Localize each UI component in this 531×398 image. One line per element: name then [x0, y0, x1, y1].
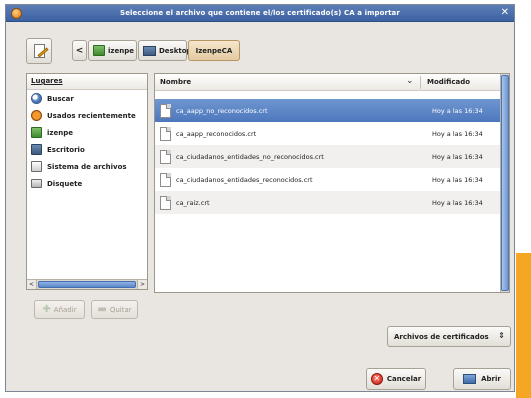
file-row[interactable]: ca_ciudadanos_entidades_reconocidos.crt … [155, 168, 501, 191]
location-toggle-button[interactable] [26, 38, 52, 64]
file-name: ca_aapp_reconocidos.crt [176, 129, 257, 138]
filesystem-icon [31, 161, 42, 172]
file-row[interactable]: ca_ciudadanos_entidades_no_reconocidos.c… [155, 145, 501, 168]
places-header[interactable]: Lugares [27, 74, 147, 90]
add-button-label: Añadir [53, 305, 77, 314]
filter-selected-value: Archivos de certificados [394, 332, 489, 341]
remove-bookmark-button[interactable]: ▬ Quitar [91, 300, 138, 319]
scroll-left-arrow-icon[interactable]: < [27, 280, 37, 289]
sidebar-item-label: izenpe [47, 128, 73, 137]
desktop-icon [143, 45, 156, 56]
sort-chevron-down-icon[interactable]: ⌄ [406, 76, 414, 86]
path-scroll-left-button[interactable]: < [72, 40, 87, 61]
scrollbar-thumb[interactable] [38, 281, 136, 288]
path-crumb-izenpe[interactable]: izenpe [88, 40, 137, 61]
certificate-file-icon [160, 126, 171, 141]
cancel-icon: ✕ [370, 373, 383, 385]
scrollbar-thumb[interactable] [501, 75, 509, 291]
file-list: Nombre ⌄ Modificado ca_aapp_no_reconocid… [154, 73, 510, 293]
floppy-icon [31, 179, 42, 188]
cancel-button-label: Cancelar [386, 375, 422, 383]
path-crumb-desktop[interactable]: Desktop [138, 40, 192, 61]
file-chooser-dialog: Seleccione el archivo que contiene el/lo… [5, 4, 515, 392]
close-icon[interactable]: ✕ [501, 7, 509, 19]
scroll-right-arrow-icon[interactable]: > [137, 280, 147, 289]
cancel-button[interactable]: ✕ Cancelar [366, 368, 426, 390]
background-accent-strip [516, 253, 531, 398]
dialog-title: Seleccione el archivo que contiene el/lo… [120, 9, 400, 17]
file-modified: Hoy a las 16:34 [432, 152, 483, 161]
certificate-file-icon [160, 195, 171, 210]
sidebar-item-recent[interactable]: Usados recientemente [27, 107, 147, 124]
plus-icon: ✚ [42, 304, 51, 315]
file-row[interactable]: ca_aapp_reconocidos.crt Hoy a las 16:34 [155, 122, 501, 145]
remove-button-label: Quitar [109, 305, 132, 314]
desktop-icon [31, 144, 42, 155]
file-name: ca_aapp_no_reconocidos.crt [176, 106, 268, 115]
column-divider [420, 76, 421, 89]
certificate-file-icon [160, 103, 171, 118]
file-modified: Hoy a las 16:34 [432, 129, 483, 138]
sidebar-item-label: Escritorio [47, 145, 85, 154]
file-name: ca_raiz.crt [176, 198, 210, 207]
path-crumb-label: IzenpeCA [195, 46, 233, 55]
path-crumb-izenpeca[interactable]: IzenpeCA [188, 40, 240, 61]
recent-icon [31, 110, 42, 121]
open-button[interactable]: Abrir [453, 368, 511, 390]
file-type-filter-select[interactable]: Archivos de certificados ⇕ [387, 326, 511, 347]
file-row[interactable]: ca_raiz.crt Hoy a las 16:34 [155, 191, 501, 214]
open-button-label: Abrir [481, 375, 501, 383]
certificate-file-icon [160, 172, 171, 187]
file-modified: Hoy a las 16:34 [432, 106, 483, 115]
file-name: ca_ciudadanos_entidades_no_reconocidos.c… [176, 152, 324, 161]
path-crumb-label: izenpe [108, 46, 134, 55]
sidebar-item-buscar[interactable]: Buscar [27, 90, 147, 107]
sidebar-item-label: Sistema de archivos [47, 162, 127, 171]
sidebar-item-label: Buscar [47, 94, 74, 103]
file-list-vertical-scrollbar[interactable] [500, 74, 509, 292]
add-bookmark-button[interactable]: ✚ Añadir [34, 300, 85, 319]
column-header-modified[interactable]: Modificado [427, 78, 470, 86]
sidebar-item-disquete[interactable]: Disquete [27, 175, 147, 192]
file-modified: Hoy a las 16:34 [432, 175, 483, 184]
home-folder-icon [31, 127, 42, 138]
sidebar-item-label: Usados recientemente [47, 111, 136, 120]
title-bar: Seleccione el archivo que contiene el/lo… [6, 5, 514, 22]
sidebar-item-filesystem[interactable]: Sistema de archivos [27, 158, 147, 175]
sidebar-item-label: Disquete [47, 179, 83, 188]
search-icon [31, 93, 42, 104]
minus-icon: ▬ [97, 304, 107, 315]
sidebar-item-izenpe[interactable]: izenpe [27, 124, 147, 141]
open-folder-icon [463, 374, 477, 384]
sidebar-item-escritorio[interactable]: Escritorio [27, 141, 147, 158]
home-folder-icon [93, 45, 105, 56]
column-header-name[interactable]: Nombre [160, 78, 191, 86]
file-name: ca_ciudadanos_entidades_reconocidos.crt [176, 175, 313, 184]
places-sidebar: Lugares Buscar Usados recientemente izen… [26, 73, 148, 290]
places-horizontal-scrollbar[interactable]: < > [27, 279, 147, 289]
path-crumb-label: Desktop [159, 46, 192, 55]
certificate-file-icon [160, 149, 171, 164]
file-modified: Hoy a las 16:34 [432, 198, 483, 207]
file-list-header: Nombre ⌄ Modificado [155, 74, 501, 91]
file-row[interactable]: ca_aapp_no_reconocidos.crt Hoy a las 16:… [155, 99, 501, 122]
updown-arrows-icon: ⇕ [498, 331, 505, 340]
